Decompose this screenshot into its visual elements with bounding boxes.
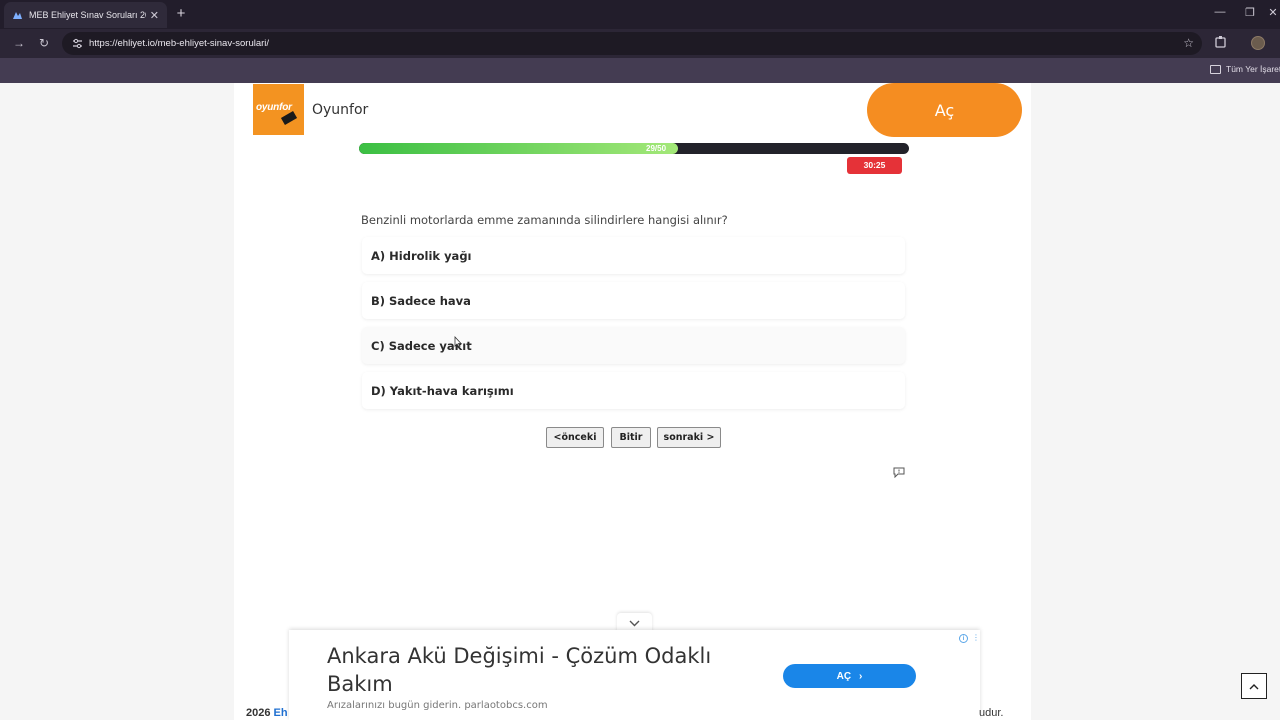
browser-tab[interactable]: MEB Ehliyet Sınav Soruları 2026 ✕ — [4, 2, 167, 28]
footer-copyright: 2026 Eh — [246, 707, 288, 719]
forward-icon[interactable]: → — [11, 35, 27, 51]
bookmarks-label: Tüm Yer İşaretl — [1226, 64, 1280, 74]
url-text: https://ehliyet.io/meb-ehliyet-sinav-sor… — [89, 38, 270, 49]
minimize-icon[interactable]: — — [1213, 6, 1227, 18]
answer-option-d[interactable]: D) Yakıt-hava karışımı — [362, 372, 905, 409]
profile-avatar[interactable] — [1251, 36, 1265, 50]
chevron-right-icon: › — [859, 670, 863, 682]
browser-toolbar: → ↻ https://ehliyet.io/meb-ehliyet-sinav… — [0, 29, 1280, 58]
progress-fill — [359, 143, 678, 154]
tab-title: MEB Ehliyet Sınav Soruları 2026 — [29, 10, 146, 20]
answer-option-c[interactable]: C) Sadece yakıt — [362, 327, 905, 364]
report-comment-icon[interactable] — [893, 465, 905, 479]
progress-label: 29/50 — [646, 144, 667, 153]
extensions-icon[interactable] — [1214, 35, 1230, 51]
chevron-up-icon — [1249, 683, 1259, 689]
logo-text: oyunfor — [256, 102, 292, 113]
footer-link[interactable]: Eh — [274, 707, 288, 719]
ad-headline[interactable]: Ankara Akü Değişimi - Çözüm Odaklı Bakım — [327, 642, 747, 698]
ad-subtext: Arızalarınızı bugün giderin. parlaotobcs… — [327, 700, 548, 711]
ad-cta-label: AÇ — [836, 670, 852, 682]
scroll-to-top-button[interactable] — [1241, 673, 1267, 699]
browser-tab-strip: MEB Ehliyet Sınav Soruları 2026 ✕ + — ❐ … — [0, 0, 1280, 29]
answer-option-a[interactable]: A) Hidrolik yağı — [362, 237, 905, 274]
window-close-icon[interactable]: ✕ — [1266, 6, 1280, 19]
address-bar[interactable]: https://ehliyet.io/meb-ehliyet-sinav-sor… — [62, 32, 1202, 55]
bottom-ad-banner[interactable]: Ankara Akü Değişimi - Çözüm Odaklı Bakım… — [289, 630, 980, 720]
chevron-down-icon — [629, 620, 640, 626]
mouse-cursor-icon — [454, 335, 462, 348]
ad-cta-button[interactable]: AÇ › — [783, 664, 916, 688]
site-favicon-icon — [12, 10, 23, 21]
tab-close-icon[interactable]: ✕ — [150, 9, 159, 22]
new-tab-icon[interactable]: + — [172, 5, 190, 23]
footer-year: 2026 — [246, 707, 271, 719]
question-text: Benzinli motorlarda emme zamanında silin… — [361, 213, 728, 227]
oyunfor-logo[interactable]: oyunfor — [253, 84, 304, 135]
ad-open-button[interactable]: Aç — [867, 83, 1022, 137]
answer-option-b[interactable]: B) Sadece hava — [362, 282, 905, 319]
folder-icon — [1210, 64, 1221, 74]
site-info-icon[interactable] — [70, 37, 84, 51]
bookmarks-bar: Tüm Yer İşaretl — [0, 58, 1280, 83]
next-button[interactable]: sonraki > — [657, 427, 721, 448]
countdown-timer: 30:25 — [847, 157, 902, 174]
ad-info-icon[interactable]: i — [959, 634, 968, 643]
restore-icon[interactable]: ❐ — [1243, 6, 1257, 19]
footer-text: udur. — [979, 707, 1004, 719]
logo-tag-icon — [280, 111, 298, 125]
ad-options-icon[interactable]: ⋮ — [972, 633, 980, 643]
finish-button[interactable]: Bitir — [611, 427, 651, 448]
quiz-progress-bar: 29/50 — [359, 143, 909, 154]
bookmark-star-icon[interactable]: ☆ — [1183, 36, 1194, 50]
top-ad-banner[interactable]: oyunfor Oyunfor Aç — [252, 83, 1023, 139]
web-page: oyunfor Oyunfor Aç 29/50 30:25 Benzinli … — [0, 83, 1280, 720]
previous-button[interactable]: <önceki — [546, 427, 604, 448]
reload-icon[interactable]: ↻ — [36, 35, 52, 51]
all-bookmarks-button[interactable]: Tüm Yer İşaretl — [1210, 64, 1280, 74]
ad-brand-name[interactable]: Oyunfor — [312, 102, 368, 118]
